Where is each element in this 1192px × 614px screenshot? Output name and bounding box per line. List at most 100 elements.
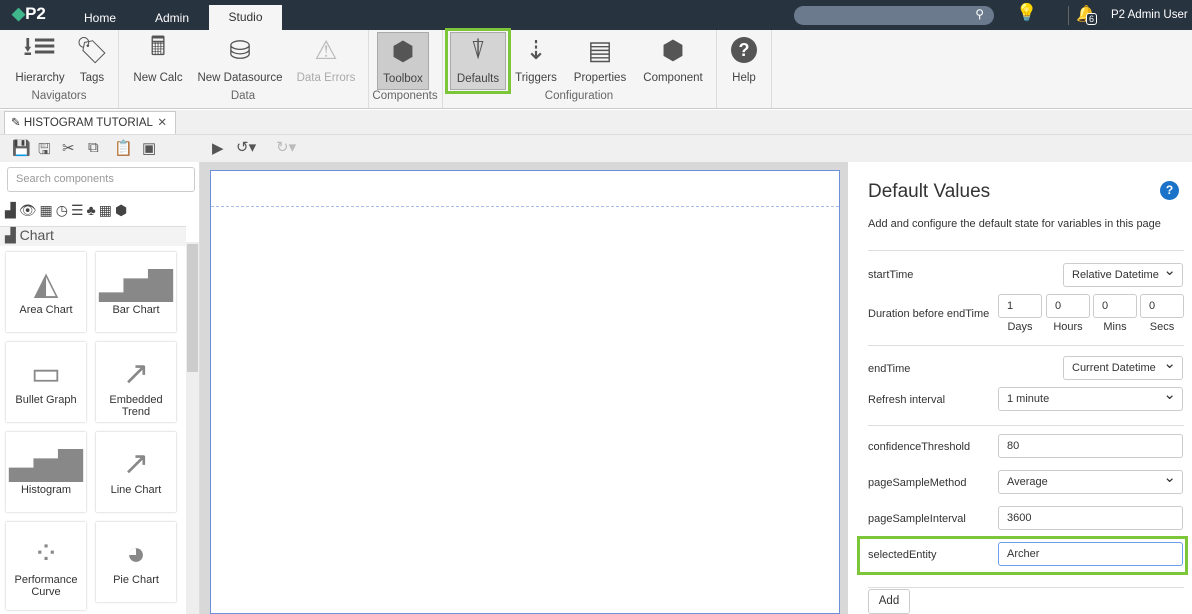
paste-icon[interactable]: 📋 xyxy=(114,139,133,157)
tag-icon: 🏷 xyxy=(75,34,109,65)
component-bullet-graph[interactable]: ▭ Bullet Graph xyxy=(6,342,86,422)
defaults-icon: ⍒ xyxy=(470,35,486,65)
endtime-label: endTime xyxy=(868,363,911,375)
cube-icon: ⬢ xyxy=(391,35,415,66)
group-components: Components xyxy=(372,90,438,102)
component-button[interactable]: ⬢ Component xyxy=(640,32,706,92)
component-embedded-trend[interactable]: ↗ Embedded Trend xyxy=(96,342,176,422)
play-icon[interactable]: ▶ xyxy=(212,139,224,157)
starttime-select[interactable]: Relative Datetime xyxy=(1063,260,1183,287)
save-icon[interactable]: 💾 xyxy=(12,139,31,157)
preview-icon[interactable]: ▣ xyxy=(142,139,156,157)
help-button[interactable]: ? Help xyxy=(724,32,764,92)
triggers-button[interactable]: ⇣ Triggers xyxy=(512,32,560,92)
ribbon: ⭳☰ Hierarchy 🏷 Tags Navigators 🖩 New Calc ⛁… xyxy=(0,28,1192,109)
save-as-icon[interactable]: 🖫 xyxy=(38,139,51,164)
bell-icon[interactable]: 🔔6 xyxy=(1076,4,1098,25)
performance-curve-icon: ⁘ xyxy=(32,535,60,571)
mins-label: Mins xyxy=(1103,321,1127,333)
edit-icon: ✎ xyxy=(11,117,24,129)
panel-description: Add and configure the default state for … xyxy=(868,218,1161,230)
component-pie-chart[interactable]: ◕ Pie Chart xyxy=(96,522,176,602)
top-bar: ◆P2 Home Admin Studio ⚲ 💡 🔔6 P2 Admin Us… xyxy=(0,0,1192,30)
pie-chart-icon: ◕ xyxy=(126,535,146,571)
page-canvas[interactable] xyxy=(210,170,840,614)
data-errors-button[interactable]: ⚠ Data Errors xyxy=(294,32,358,92)
divider xyxy=(868,425,1184,426)
group-navigators: Navigators xyxy=(31,90,87,102)
scrollbar[interactable] xyxy=(186,242,199,614)
component-line-chart[interactable]: ↗ Line Chart xyxy=(96,432,176,512)
group-configuration: Configuration xyxy=(544,90,614,102)
component-histogram[interactable]: ▃▅▇ Histogram xyxy=(6,432,86,512)
confidence-input[interactable]: 80 xyxy=(998,434,1183,458)
hours-input[interactable]: 0 xyxy=(1046,294,1090,318)
tab-home[interactable]: Home xyxy=(70,6,130,30)
sample-interval-input[interactable]: 3600 xyxy=(998,506,1183,530)
defaults-button[interactable]: ⍒ Defaults xyxy=(450,32,506,90)
tab-admin[interactable]: Admin xyxy=(140,6,204,30)
new-calc-button[interactable]: 🖩 New Calc xyxy=(128,31,188,92)
group-data: Data xyxy=(230,90,256,102)
editor-toolbar: 💾 🖫 ✂ ⧉ 📋 ▣ ▶ ↺▾ ↻▾ xyxy=(0,135,1192,162)
area-chart-icon: ▟ xyxy=(5,227,20,243)
cut-icon[interactable]: ✂ xyxy=(62,139,75,157)
refresh-label: Refresh interval xyxy=(868,394,946,406)
document-tab[interactable]: ✎ HISTOGRAM TUTORIAL ✕ xyxy=(4,111,176,134)
bullet-graph-icon: ▭ xyxy=(30,355,62,391)
panel-title: Default Values xyxy=(868,181,991,202)
close-icon[interactable]: ✕ xyxy=(157,112,167,134)
database-icon: ⛁ xyxy=(229,34,251,65)
tags-button[interactable]: 🏷 Tags xyxy=(72,32,112,92)
cube-icon: ⬢ xyxy=(661,34,685,65)
triggers-icon: ⇣ xyxy=(525,34,547,65)
duration-label: Duration before endTime xyxy=(868,308,990,320)
search-components-input[interactable]: Search components xyxy=(7,167,195,192)
copy-icon[interactable]: ⧉ xyxy=(88,139,99,156)
days-input[interactable]: 1 xyxy=(998,294,1042,318)
undo-icon[interactable]: ↺▾ xyxy=(236,138,256,156)
trend-icon: ↗ xyxy=(122,355,150,391)
redo-icon[interactable]: ↻▾ xyxy=(276,138,296,156)
p2-logo[interactable]: ◆P2 xyxy=(12,4,46,24)
refresh-interval-select[interactable]: 1 minute xyxy=(998,384,1183,411)
notification-badge: 6 xyxy=(1086,13,1098,25)
divider xyxy=(868,250,1184,251)
histogram-icon: ▃▅▇ xyxy=(9,445,83,481)
divider xyxy=(1068,6,1069,25)
selected-entity-input[interactable]: Archer xyxy=(998,542,1183,566)
selected-entity-label: selectedEntity xyxy=(868,549,937,561)
endtime-select[interactable]: Current Datetime xyxy=(1063,353,1183,380)
properties-icon: ▤ xyxy=(587,34,613,65)
component-bar-chart[interactable]: ▂▅▇ Bar Chart xyxy=(96,252,176,332)
secs-input[interactable]: 0 xyxy=(1140,294,1184,318)
add-button[interactable]: Add xyxy=(868,589,910,614)
divider xyxy=(716,30,717,108)
help-icon[interactable]: ? xyxy=(1160,181,1179,200)
properties-button[interactable]: ▤ Properties xyxy=(570,32,630,92)
hierarchy-button[interactable]: ⭳☰ Hierarchy xyxy=(12,31,68,92)
lightbulb-icon[interactable]: 💡 xyxy=(1016,3,1037,23)
divider xyxy=(771,30,772,108)
component-area-chart[interactable]: ◭ Area Chart xyxy=(6,252,86,332)
category-label: Chart xyxy=(19,227,54,243)
toolbox-button[interactable]: ⬢ Toolbox xyxy=(377,32,429,90)
mins-input[interactable]: 0 xyxy=(1093,294,1137,318)
bar-chart-icon: ▂▅▇ xyxy=(99,265,173,301)
category-filter-icons[interactable]: ▟👁▦◷☰♣▦⬢ xyxy=(5,202,130,219)
divider xyxy=(868,345,1184,346)
new-datasource-button[interactable]: ⛁ New Datasource xyxy=(196,32,284,92)
sample-method-select[interactable]: Average xyxy=(998,467,1183,494)
document-tab-label: HISTOGRAM TUTORIAL xyxy=(23,117,153,129)
component-performance-curve[interactable]: ⁘ Performance Curve xyxy=(6,522,86,610)
tab-studio[interactable]: Studio xyxy=(209,5,282,30)
user-menu[interactable]: P2 Admin User xyxy=(1111,9,1188,21)
hours-label: Hours xyxy=(1053,321,1083,333)
component-toolbox: Search components ▟👁▦◷☰♣▦⬢ ▟ Chart ◭ Area… xyxy=(0,162,200,614)
search-icon: ⚲ xyxy=(975,7,984,21)
starttime-label: startTime xyxy=(868,269,914,281)
category-header[interactable]: ▟ Chart xyxy=(0,226,186,246)
global-search-input[interactable]: ⚲ xyxy=(794,6,994,25)
sample-method-label: pageSampleMethod xyxy=(868,477,967,489)
secs-label: Secs xyxy=(1149,321,1175,333)
